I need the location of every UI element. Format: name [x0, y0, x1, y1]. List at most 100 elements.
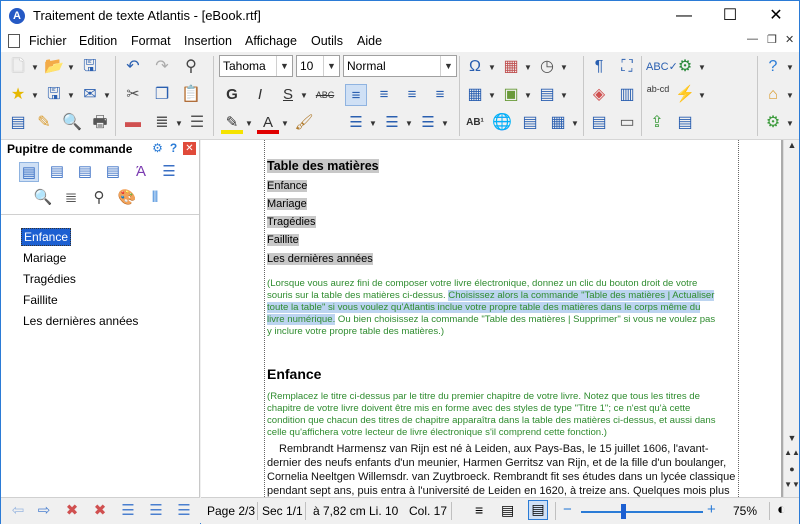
align-center-button[interactable]: ≡ [373, 84, 395, 106]
show-formatting-pilcrow-icon[interactable]: ¶ [588, 56, 610, 78]
open-folder-icon[interactable]: 📂 [43, 56, 65, 78]
doc-toc-entry[interactable]: Faillite [267, 234, 299, 248]
home-icon[interactable]: ⌂ [762, 84, 784, 106]
back-arrow-icon[interactable]: ⇦ [7, 501, 29, 521]
panel-palette-icon[interactable]: 🎨 [117, 188, 137, 208]
scroll-up-icon[interactable]: ▲ [784, 140, 800, 150]
chevron-down-icon[interactable]: ▼ [31, 91, 39, 100]
insert-table-icon[interactable]: ▦ [464, 84, 486, 106]
chevron-down-icon[interactable]: ▼ [488, 63, 496, 72]
chevron-down-icon[interactable]: ▼ [300, 91, 308, 100]
document-area[interactable]: Table des matières Enfance Mariage Tragé… [201, 140, 783, 497]
chevron-down-icon[interactable]: ▼ [31, 63, 39, 72]
page-view-icon[interactable]: ◈ [588, 84, 610, 106]
insert-picture-icon[interactable]: ▣ [500, 84, 522, 106]
chevron-down-icon[interactable]: ▼ [786, 91, 794, 100]
numbered-list-icon[interactable]: ☰ [381, 112, 403, 134]
bold-button[interactable]: G [221, 84, 243, 106]
document-properties-icon[interactable]: ▤ [7, 112, 29, 134]
chevron-down-icon[interactable]: ▼ [441, 119, 449, 128]
panel-styles-icon[interactable]: ▤ [103, 162, 123, 182]
bullet-list-icon[interactable]: ☰ [345, 112, 367, 134]
menu-outils[interactable]: Outils [311, 34, 343, 48]
chevron-down-icon[interactable]: ▼ [67, 91, 75, 100]
minimize-button[interactable]: — [661, 1, 707, 31]
align-right-button[interactable]: ≡ [401, 84, 423, 106]
favorites-star-icon[interactable]: ★ [7, 84, 29, 106]
refresh-list-icon[interactable]: ☰ [173, 501, 195, 521]
toc-item-enfance[interactable]: Enfance [21, 228, 72, 246]
delete-all-icon[interactable]: ✖ [89, 501, 111, 521]
page-view-toggle-icon[interactable]: ▤ [528, 500, 548, 520]
save-icon[interactable]: 🖫 [79, 56, 101, 78]
insert-time-icon[interactable]: ◷ [536, 56, 558, 78]
contrast-toggle-icon[interactable]: ◐ [777, 501, 786, 518]
chevron-down-icon[interactable]: ▼ [524, 63, 532, 72]
promote-icon[interactable]: ☰ [117, 501, 139, 521]
close-button[interactable]: ✕ [753, 1, 799, 31]
justify-button[interactable]: ≡ [429, 84, 451, 106]
insert-date-icon[interactable]: ▦ [500, 56, 522, 78]
menu-aide[interactable]: Aide [357, 34, 382, 48]
print-preview-icon[interactable]: 🔍 [61, 112, 83, 134]
chevron-down-icon[interactable]: ▼ [786, 119, 794, 128]
document-page[interactable]: Table des matières Enfance Mariage Tragé… [201, 140, 781, 497]
multilevel-list-icon[interactable]: ☰ [417, 112, 439, 134]
chevron-down-icon[interactable]: ▼ [281, 119, 289, 128]
cut-icon[interactable]: ✂ [122, 84, 144, 106]
panel-zoom-icon[interactable]: 🔍 [33, 188, 53, 208]
mdi-restore-icon[interactable]: ❐ [767, 33, 777, 46]
panel-help-icon[interactable]: ? [167, 142, 180, 155]
undo-icon[interactable]: ↶ [122, 56, 144, 78]
panel-close-icon[interactable]: ✕ [183, 142, 196, 155]
doc-toc-entry[interactable]: Mariage [267, 198, 307, 212]
zoom-in-icon[interactable]: + [707, 501, 716, 518]
header-footer-icon[interactable]: ▤ [588, 112, 610, 134]
panel-attachments-icon[interactable]: ⫴ [145, 188, 165, 208]
chevron-down-icon[interactable]: ▼ [405, 119, 413, 128]
hyphenation-button[interactable]: ab-cd [646, 84, 670, 106]
italic-button[interactable]: I [249, 84, 271, 106]
format-painter-icon[interactable]: 🖌 [293, 112, 315, 134]
doc-toc-entry[interactable]: Tragédies [267, 216, 316, 230]
font-name-select[interactable]: Tahoma ▼ [219, 55, 293, 77]
save-as-icon[interactable]: 🖫 [43, 84, 65, 106]
chevron-down-icon[interactable]: ▼ [369, 119, 377, 128]
normal-view-icon[interactable]: ≡ [475, 502, 483, 518]
menu-insertion[interactable]: Insertion [184, 34, 232, 48]
chevron-down-icon[interactable]: ▼ [175, 119, 183, 128]
document-stats-icon[interactable]: ▤ [674, 112, 696, 134]
panel-pages-icon[interactable]: ▤ [75, 162, 95, 182]
demote-icon[interactable]: ☰ [145, 501, 167, 521]
copy-icon[interactable]: ❐ [151, 84, 173, 106]
new-document-icon[interactable]: 🗋 [7, 56, 29, 78]
toc-item-tragedies[interactable]: Tragédies [21, 271, 78, 287]
insert-hyperlink-globe-icon[interactable]: 🌐 [491, 112, 513, 134]
align-left-button[interactable]: ≡ [345, 84, 367, 106]
browse-object-icon[interactable]: ● [784, 464, 800, 474]
underline-button[interactable]: S [277, 84, 299, 106]
panel-settings-gear-icon[interactable]: ⚙ [151, 142, 164, 155]
insert-field-icon[interactable]: ▦ [547, 112, 569, 134]
macro-lightning-icon[interactable]: ⚡ [674, 84, 696, 106]
eraser-icon[interactable]: ▬ [122, 112, 144, 134]
chevron-down-icon[interactable]: ▼ [560, 91, 568, 100]
superscript-button[interactable]: AB¹ [463, 112, 487, 134]
delete-item-icon[interactable]: ✖ [61, 501, 83, 521]
export-icon[interactable]: ⇪ [646, 112, 668, 134]
toc-item-mariage[interactable]: Mariage [21, 250, 68, 266]
menu-edition[interactable]: Edition [79, 34, 117, 48]
doc-toc-entry[interactable]: Enfance [267, 180, 308, 194]
redo-icon[interactable]: ↷ [151, 56, 173, 78]
forward-arrow-icon[interactable]: ⇨ [33, 501, 55, 521]
insert-page-break-icon[interactable]: ▤ [536, 84, 558, 106]
zoom-out-icon[interactable]: − [563, 501, 572, 518]
paste-icon[interactable]: 📋 [180, 84, 202, 106]
panel-list-icon[interactable]: ☰ [159, 162, 179, 182]
mdi-minimize-icon[interactable]: — [747, 33, 758, 45]
strikethrough-button[interactable]: ABC [312, 84, 338, 106]
edit-document-icon[interactable]: ✎ [33, 112, 55, 134]
web-view-icon[interactable]: ▤ [501, 502, 514, 519]
style-select[interactable]: Normal ▼ [343, 55, 457, 77]
chevron-down-icon[interactable]: ▼ [67, 63, 75, 72]
